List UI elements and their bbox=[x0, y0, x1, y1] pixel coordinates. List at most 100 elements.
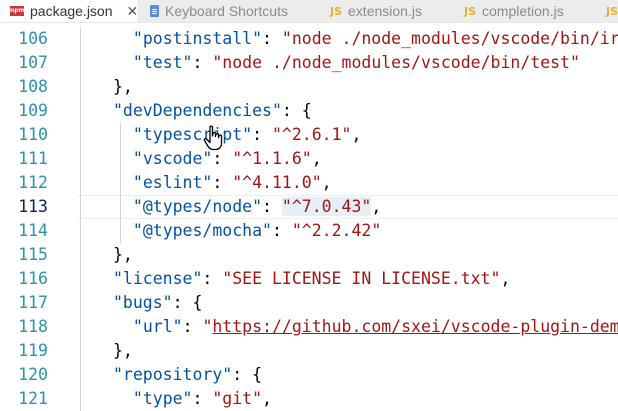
indent-guide bbox=[80, 147, 81, 171]
punctuation: : bbox=[262, 197, 282, 216]
line-number: 118 bbox=[18, 317, 48, 336]
line-number: 106 bbox=[18, 29, 48, 48]
tab-label: package.json bbox=[30, 3, 113, 19]
indent-guide bbox=[80, 219, 81, 243]
tab-keyboard-shortcuts[interactable]: Keyboard Shortcuts bbox=[138, 0, 318, 22]
punctuation: }, bbox=[113, 77, 133, 96]
line-number: 117 bbox=[18, 293, 48, 312]
code-editor[interactable]: 106 "postinstall": "node ./node_modules/v… bbox=[0, 23, 618, 411]
code-line[interactable]: 115}, bbox=[0, 243, 618, 267]
indent-guide bbox=[80, 339, 81, 363]
indent-guide bbox=[80, 387, 81, 411]
punctuation: : bbox=[252, 125, 272, 144]
line-number: 120 bbox=[18, 365, 48, 384]
code-text: "postinstall": "node ./node_modules/vsco… bbox=[133, 27, 618, 51]
json-string: "node ./node_modules/vscode/bin/ir bbox=[281, 29, 618, 48]
indent-guide bbox=[119, 171, 121, 195]
indent-guide bbox=[80, 363, 81, 387]
line-number: 114 bbox=[18, 221, 48, 240]
tab-label: extension.js bbox=[348, 3, 422, 19]
code-line[interactable]: 114 "@types/mocha": "^2.2.42" bbox=[0, 219, 618, 243]
code-line[interactable]: 111 "vscode": "^1.1.6", bbox=[0, 147, 618, 171]
punctuation: }, bbox=[113, 341, 133, 360]
indent-guide bbox=[80, 267, 81, 291]
code-line[interactable]: 107 "test": "node ./node_modules/vscode/b… bbox=[0, 51, 618, 75]
code-line[interactable]: 109 "devDependencies": { bbox=[0, 99, 618, 123]
json-string: " bbox=[202, 317, 213, 336]
tab-overflow[interactable]: JS bbox=[598, 0, 618, 22]
tab-label: Keyboard Shortcuts bbox=[165, 3, 288, 19]
line-number: 109 bbox=[18, 101, 48, 120]
punctuation: : { bbox=[172, 293, 203, 312]
code-text: "@types/mocha": "^2.2.42" bbox=[133, 219, 381, 243]
code-line[interactable]: 108}, bbox=[0, 75, 618, 99]
json-key: "bugs" bbox=[113, 293, 173, 312]
line-number: 116 bbox=[18, 269, 48, 288]
code-line[interactable]: 118 "url": "https://github.com/sxei/vscod… bbox=[0, 315, 618, 339]
json-string: "SEE LICENSE IN LICENSE.txt" bbox=[222, 269, 501, 288]
tab-extension-js[interactable]: JS extension.js bbox=[318, 0, 454, 22]
punctuation: : bbox=[212, 173, 233, 192]
code-line[interactable]: 106 "postinstall": "node ./node_modules/v… bbox=[0, 27, 618, 51]
line-number: 110 bbox=[18, 125, 48, 144]
indent-guide bbox=[80, 51, 81, 75]
code-text: }, bbox=[113, 339, 133, 363]
json-key: "url" bbox=[132, 317, 183, 336]
indent-guide bbox=[80, 171, 81, 195]
document-icon bbox=[150, 5, 159, 17]
code-line[interactable]: 119}, bbox=[0, 339, 618, 363]
code-text: "license": "SEE LICENSE IN LICENSE.txt", bbox=[113, 267, 510, 291]
code-line[interactable]: 120 "repository": { bbox=[0, 363, 618, 387]
punctuation: , bbox=[371, 197, 382, 216]
punctuation: , bbox=[500, 269, 511, 288]
tab-package-json[interactable]: npm package.json ✕ bbox=[0, 0, 138, 22]
line-number: 115 bbox=[18, 245, 48, 264]
code-text: }, bbox=[113, 75, 133, 99]
line-number: 107 bbox=[18, 53, 48, 72]
json-string[interactable]: https://github.com/sxei/vscode-plugin-de… bbox=[212, 317, 618, 336]
json-key: "@types/node" bbox=[132, 197, 263, 216]
punctuation: }, bbox=[113, 245, 133, 264]
js-icon: JS bbox=[330, 4, 343, 18]
code-text: "test": "node ./node_modules/vscode/bin/… bbox=[133, 51, 580, 75]
punctuation: , bbox=[321, 173, 332, 192]
code-line[interactable]: 121 "type": "git", bbox=[0, 387, 618, 411]
json-string: "git" bbox=[212, 389, 263, 408]
code-line[interactable]: 116 "license": "SEE LICENSE IN LICENSE.tx… bbox=[0, 267, 618, 291]
indent-guide bbox=[119, 123, 121, 147]
json-key: "@types/mocha" bbox=[132, 221, 272, 240]
punctuation: : bbox=[182, 317, 203, 336]
code-line[interactable]: 113 "@types/node": "^7.0.43", bbox=[0, 195, 618, 219]
line-number: 108 bbox=[18, 77, 48, 96]
punctuation: : bbox=[192, 53, 213, 72]
line-number: 121 bbox=[18, 389, 48, 408]
indent-guide bbox=[80, 99, 81, 123]
json-key: "typescript" bbox=[132, 125, 253, 144]
code-text: "repository": { bbox=[113, 363, 262, 387]
line-number: 111 bbox=[18, 149, 48, 168]
tab-completion-js[interactable]: JS completion.js bbox=[454, 0, 598, 22]
punctuation: : bbox=[192, 389, 213, 408]
tab-bar: npm package.json ✕ Keyboard Shortcuts JS… bbox=[0, 0, 618, 23]
punctuation: : bbox=[262, 29, 282, 48]
json-string: "^1.1.6" bbox=[232, 149, 312, 168]
hand-pointer-icon bbox=[203, 125, 223, 151]
code-line[interactable]: 112 "eslint": "^4.11.0", bbox=[0, 171, 618, 195]
punctuation: : { bbox=[281, 101, 312, 120]
code-line[interactable]: 110 "typescript": "^2.6.1", bbox=[0, 123, 618, 147]
code-text: "devDependencies": { bbox=[113, 99, 312, 123]
code-text: "typescript": "^2.6.1", bbox=[133, 123, 362, 147]
json-string: "node ./node_modules/vscode/bin/test" bbox=[212, 53, 580, 72]
json-key: "test" bbox=[132, 53, 193, 72]
line-number: 113 bbox=[18, 197, 48, 216]
json-string: "^4.11.0" bbox=[232, 173, 322, 192]
code-text: "type": "git", bbox=[133, 387, 272, 411]
code-text: "bugs": { bbox=[113, 291, 202, 315]
indent-guide bbox=[119, 147, 121, 171]
code-text: }, bbox=[113, 243, 133, 267]
indent-guide bbox=[80, 243, 81, 267]
indent-guide bbox=[80, 291, 81, 315]
code-line[interactable]: 117 "bugs": { bbox=[0, 291, 618, 315]
json-string: "^2.6.1" bbox=[271, 125, 352, 144]
close-icon[interactable]: ✕ bbox=[127, 3, 139, 20]
